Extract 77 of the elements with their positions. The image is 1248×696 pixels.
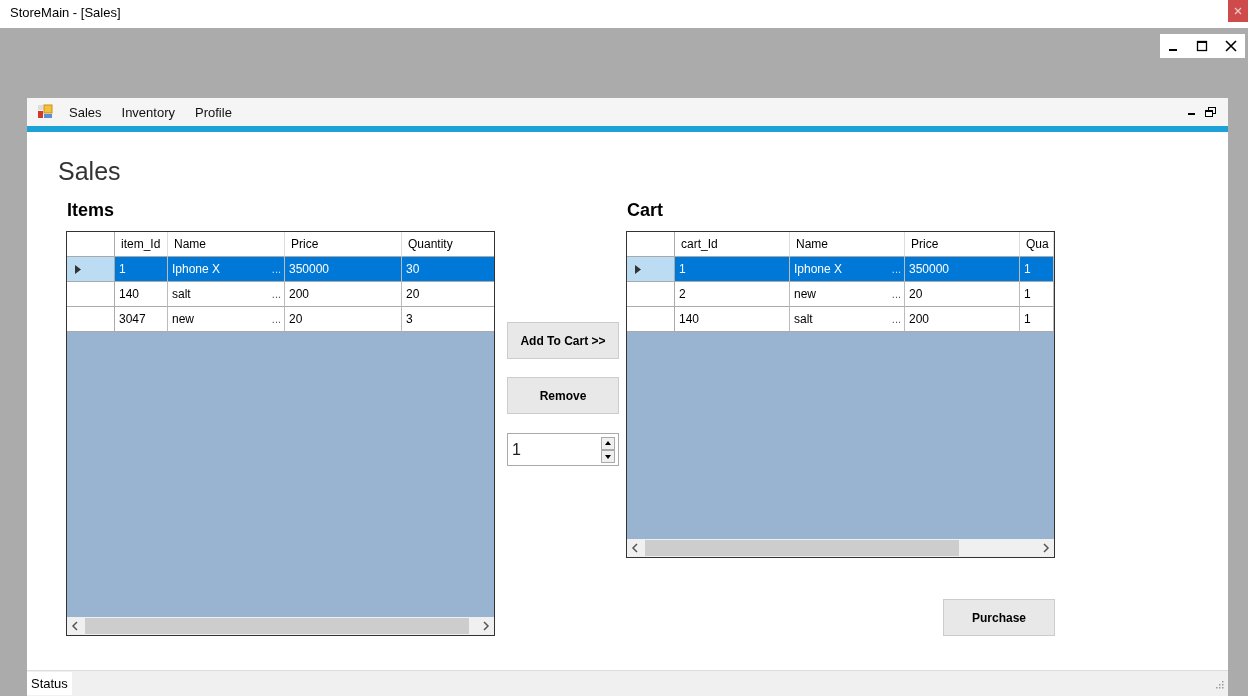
column-header[interactable]: item_Id	[115, 232, 168, 257]
corner-header[interactable]	[627, 232, 675, 257]
table-cell[interactable]: 350000	[905, 257, 1020, 282]
table-cell[interactable]: 140	[675, 307, 790, 332]
current-row-icon	[75, 264, 81, 274]
table-cell[interactable]: 3	[402, 307, 494, 332]
table-cell[interactable]: 20	[285, 307, 402, 332]
purchase-button[interactable]: Purchase	[943, 599, 1055, 636]
current-row-icon	[635, 264, 641, 274]
table-cell[interactable]: 200	[905, 307, 1020, 332]
restore-icon[interactable]	[1205, 106, 1216, 118]
cell-text: Iphone X	[794, 261, 844, 278]
close-icon[interactable]	[1224, 40, 1237, 52]
name-cell[interactable]: salt ...	[168, 282, 285, 307]
app-icon	[37, 104, 53, 120]
table-cell[interactable]: 2	[675, 282, 790, 307]
section-title: Cart	[627, 199, 664, 221]
row-header[interactable]	[67, 307, 115, 332]
table-cell[interactable]: 20	[402, 282, 494, 307]
ellipsis-button[interactable]: ...	[891, 307, 904, 331]
row-header[interactable]	[67, 282, 115, 307]
quantity-spinner[interactable]: 1	[507, 433, 619, 466]
row-header[interactable]	[627, 257, 675, 282]
table-cell[interactable]: 1	[115, 257, 168, 282]
scrollbar-thumb[interactable]	[85, 618, 469, 634]
table-cell[interactable]: 140	[115, 282, 168, 307]
column-header[interactable]: Quantity	[402, 232, 494, 257]
corner-header[interactable]	[67, 232, 115, 257]
horizontal-scrollbar[interactable]	[627, 539, 1054, 557]
cell-text: new	[172, 311, 195, 328]
name-cell[interactable]: Iphone X ...	[790, 257, 905, 282]
menu-item[interactable]: Sales	[59, 102, 112, 122]
column-header[interactable]: Name	[168, 232, 285, 257]
ellipsis-button[interactable]: ...	[271, 282, 284, 306]
add-to-cart-button[interactable]: Add To Cart >>	[507, 322, 619, 359]
table-cell[interactable]: 1	[675, 257, 790, 282]
name-cell[interactable]: Iphone X ...	[168, 257, 285, 282]
cell-text: salt	[172, 286, 192, 303]
row-header[interactable]	[67, 257, 115, 282]
cell-text: new	[794, 286, 817, 303]
horizontal-scrollbar[interactable]	[67, 617, 494, 635]
menu-item[interactable]: Profile	[185, 102, 242, 122]
name-cell[interactable]: new ...	[168, 307, 285, 332]
table-cell[interactable]: 200	[285, 282, 402, 307]
column-header[interactable]: cart_Id	[675, 232, 790, 257]
table-cell[interactable]: 1	[1020, 257, 1054, 282]
remove-button[interactable]: Remove	[507, 377, 619, 414]
table-cell[interactable]: 3047	[115, 307, 168, 332]
page-title: Sales	[58, 156, 122, 186]
window-title: StoreMain - [Sales]	[10, 5, 121, 20]
row-header[interactable]	[627, 282, 675, 307]
name-cell[interactable]: new ...	[790, 282, 905, 307]
spin-down-icon[interactable]	[601, 449, 615, 463]
table-cell[interactable]: 350000	[285, 257, 402, 282]
scrollbar-thumb[interactable]	[645, 540, 959, 556]
table-cell[interactable]: 1	[1020, 307, 1054, 332]
name-cell[interactable]: salt ...	[790, 307, 905, 332]
column-header[interactable]: Qua	[1020, 232, 1054, 257]
table-cell[interactable]: 1	[1020, 282, 1054, 307]
column-header[interactable]: Price	[905, 232, 1020, 257]
table-cell[interactable]: 20	[905, 282, 1020, 307]
column-header[interactable]: Price	[285, 232, 402, 257]
close-icon	[1234, 7, 1242, 15]
close-button[interactable]	[1228, 0, 1248, 22]
ellipsis-button[interactable]: ...	[891, 282, 904, 306]
status-text: Status	[27, 672, 72, 695]
column-header[interactable]: Name	[790, 232, 905, 257]
maximize-icon[interactable]	[1196, 40, 1209, 52]
cell-text: salt	[794, 311, 814, 328]
spin-up-icon[interactable]	[601, 436, 615, 450]
section-title: Items	[67, 199, 116, 221]
cell-text: Iphone X	[172, 261, 222, 278]
menu-item[interactable]: Inventory	[111, 102, 185, 122]
table-cell[interactable]: 30	[402, 257, 494, 282]
ellipsis-button[interactable]: ...	[271, 307, 284, 331]
row-header[interactable]	[627, 307, 675, 332]
resize-grip-icon[interactable]	[1214, 678, 1224, 689]
